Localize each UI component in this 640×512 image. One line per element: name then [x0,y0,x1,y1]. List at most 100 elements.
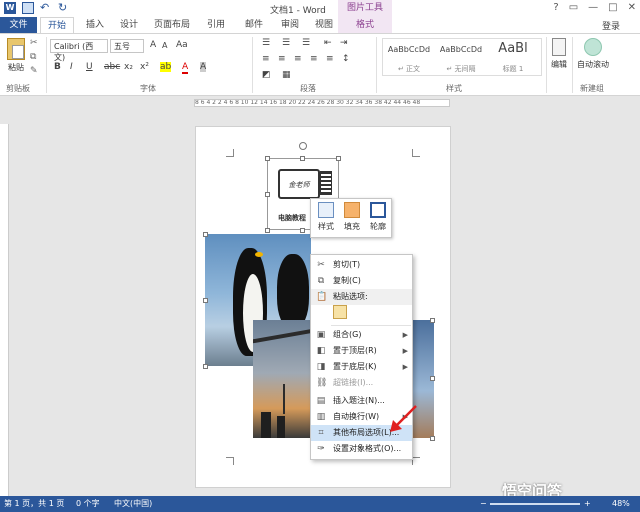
menu-item-send-back[interactable]: ◨ 置于底层(K) ▶ [311,359,412,375]
ribbon-display-icon[interactable]: ▭ [569,2,578,13]
login-link[interactable]: 登录 [602,19,620,32]
resize-handle[interactable] [300,228,305,233]
italic-icon[interactable]: I [70,62,73,72]
bold-icon[interactable]: B [54,62,61,72]
char-shading-icon[interactable]: A [200,62,207,72]
tab-page-layout[interactable]: 页面布局 [148,17,196,33]
help-icon[interactable]: ? [553,2,558,13]
close-icon[interactable]: ✕ [628,2,636,13]
resize-handle[interactable] [300,156,305,161]
resize-handle[interactable] [336,156,341,161]
zoom-out-button[interactable]: − [480,496,487,512]
change-case-icon[interactable]: Aa [176,40,188,50]
tab-design[interactable]: 设计 [114,17,144,33]
outline-button[interactable]: 轮廓 [366,202,390,232]
group-divider [46,37,47,93]
quick-access-toolbar: W ↶ ↻ [4,2,70,14]
line-spacing-icon[interactable]: ↕ [342,54,350,64]
align-left-icon[interactable]: ≡ [262,54,270,64]
bullets-icon[interactable]: ☰ [262,38,270,48]
redo-icon[interactable]: ↻ [58,2,70,14]
menu-item-bring-front[interactable]: ◧ 置于顶层(R) ▶ [311,343,412,359]
paste-button[interactable]: 粘贴 [6,38,26,73]
page-count[interactable]: 第 1 页，共 1 页 [4,496,64,512]
undo-icon[interactable]: ↶ [40,2,52,14]
resize-handle[interactable] [265,192,270,197]
underline-icon[interactable]: U [86,62,93,72]
resize-handle[interactable] [265,228,270,233]
cut-icon[interactable]: ✂ [30,38,38,48]
subscript-icon[interactable]: x₂ [124,62,133,72]
save-icon[interactable] [22,2,34,14]
multilevel-list-icon[interactable]: ☰ [302,38,310,48]
resize-handle[interactable] [203,364,208,369]
decrease-indent-icon[interactable]: ⇤ [324,38,332,48]
style-label: 样式 [318,222,334,231]
tab-review[interactable]: 审阅 [274,17,306,33]
resize-handle[interactable] [203,232,208,237]
vertical-ruler[interactable] [0,124,9,496]
menu-item-group[interactable]: ▣ 组合(G) ▶ [311,327,412,343]
submenu-arrow-icon: ▶ [402,347,408,355]
menu-item-format-object[interactable]: ✑ 设置对象格式(O)... [311,441,412,457]
tab-insert[interactable]: 插入 [80,17,110,33]
rotate-handle[interactable] [299,142,307,150]
tab-format[interactable]: 格式 [338,17,392,33]
superscript-icon[interactable]: x² [140,62,149,72]
language[interactable]: 中文(中国) [114,496,152,512]
style-no-spacing[interactable]: AaBbCcDd ↵ 无间隔 [435,39,487,75]
tab-home[interactable]: 开始 [40,17,74,33]
zoom-in-button[interactable]: + [584,496,591,512]
paste-keep-format-icon[interactable] [333,305,347,319]
numbering-icon[interactable]: ☰ [282,38,290,48]
copy-icon[interactable]: ⧉ [30,52,36,62]
increase-indent-icon[interactable]: ⇥ [340,38,348,48]
ruler-scale[interactable]: 8 6 4 2 2 4 6 8 10 12 14 16 18 20 22 24 … [194,99,450,107]
justify-icon[interactable]: ≡ [310,54,318,64]
clipboard-icon [7,38,25,60]
strikethrough-icon[interactable]: abc [104,62,120,72]
style-button[interactable]: 样式 [314,202,338,232]
highlight-icon[interactable]: ab [160,62,172,72]
send-back-icon: ◨ [316,362,326,372]
auto-scroll-icon [584,38,602,56]
tab-file[interactable]: 文件 [0,17,37,33]
shading-icon[interactable]: ◩ [262,70,271,80]
font-color-icon[interactable]: A [182,62,189,74]
minimize-icon[interactable]: — [588,2,598,13]
auto-scroll-label: 自动滚动 [577,60,609,69]
resize-handle[interactable] [203,298,208,303]
tab-view[interactable]: 视图 [308,17,340,33]
grow-font-icon[interactable]: A [150,40,156,50]
menu-item-copy[interactable]: ⧉ 复制(C) [311,273,412,289]
align-center-icon[interactable]: ≡ [278,54,286,64]
edit-button[interactable]: 编辑 [549,38,569,70]
style-normal[interactable]: AaBbCcDd ↵ 正文 [383,39,435,75]
link-icon: ⛓ [316,378,328,388]
fill-button[interactable]: 填充 [340,202,364,232]
shrink-font-icon[interactable]: A [162,41,167,50]
align-right-icon[interactable]: ≡ [294,54,302,64]
resize-handle[interactable] [430,318,435,323]
zoom-level[interactable]: 48% [612,496,630,512]
resize-handle[interactable] [265,156,270,161]
font-size-box[interactable]: 五号 [110,39,144,53]
format-painter-icon[interactable]: ✎ [30,66,38,76]
tab-mailings[interactable]: 邮件 [238,17,270,33]
auto-scroll-button[interactable]: 自动滚动 [576,38,610,70]
resize-handle[interactable] [430,436,435,441]
bridge-photo[interactable] [253,320,313,438]
resize-handle[interactable] [430,376,435,381]
tab-references[interactable]: 引用 [200,17,232,33]
word-count[interactable]: 0 个字 [76,496,100,512]
zoom-slider[interactable] [490,503,580,505]
copy-icon: ⧉ [317,276,325,286]
horizontal-ruler: 8 6 4 2 2 4 6 8 10 12 14 16 18 20 22 24 … [0,97,640,109]
clipboard-group-label: 剪贴板 [6,84,30,93]
menu-item-cut[interactable]: ✂ 剪切(T) [311,257,412,273]
distributed-icon[interactable]: ≡ [326,54,334,64]
font-name-box[interactable]: Calibri (西文) [50,39,108,62]
maximize-icon[interactable]: □ [608,2,617,13]
style-heading-1[interactable]: AaBl 标题 1 [487,39,539,75]
borders-icon[interactable]: ▦ [282,70,291,80]
